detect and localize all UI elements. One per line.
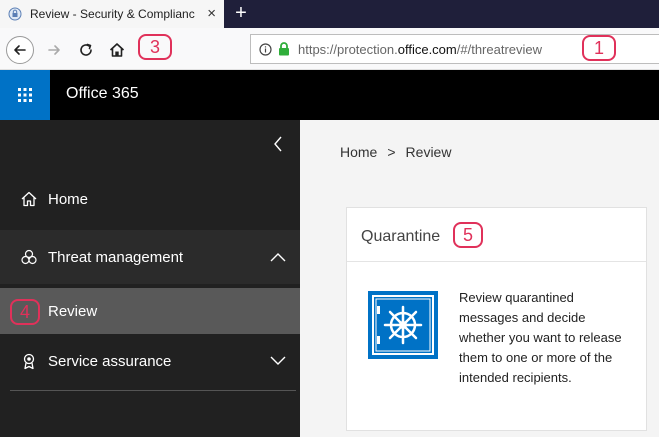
url-text[interactable]: https://protection.office.com/#/threatre… — [298, 42, 542, 57]
sidebar-item-label: Review — [48, 302, 98, 320]
info-icon[interactable] — [259, 42, 272, 56]
home-icon — [20, 190, 38, 208]
sidebar-divider — [10, 390, 296, 391]
breadcrumb: Home > Review — [340, 144, 451, 160]
forward-button[interactable] — [42, 36, 66, 64]
sidebar-item-label: Service assurance — [48, 352, 172, 370]
ribbon-icon — [20, 352, 38, 370]
tab-title: Review - Security & Complianc — [30, 7, 195, 21]
sidebar-item-service-assurance[interactable]: Service assurance — [0, 340, 300, 382]
forward-arrow-icon — [48, 45, 60, 55]
waffle-icon — [18, 88, 32, 102]
vault-icon — [368, 291, 438, 359]
callout-4: 4 — [10, 299, 40, 325]
reload-icon — [80, 43, 92, 56]
app-launcher-button[interactable] — [0, 70, 50, 120]
reload-button[interactable] — [74, 36, 98, 64]
tab-close-icon[interactable]: × — [207, 5, 216, 23]
back-arrow-icon — [14, 45, 26, 55]
browser-tab-strip: Review - Security & Complianc × + — [0, 0, 659, 28]
breadcrumb-home-link[interactable]: Home — [340, 144, 377, 160]
office-header: Office 365 — [0, 70, 659, 120]
callout-5: 5 — [453, 222, 483, 248]
chevron-up-icon[interactable] — [268, 247, 288, 267]
left-navigation: Home Threat management Review 4 Service … — [0, 120, 300, 437]
home-page-button[interactable] — [105, 36, 129, 64]
breadcrumb-current: Review — [405, 144, 452, 160]
card-title[interactable]: Quarantine — [361, 228, 440, 246]
callout-1: 1 — [582, 35, 616, 61]
callout-3: 3 — [138, 34, 172, 60]
app-title[interactable]: Office 365 — [66, 85, 139, 103]
quarantine-card[interactable]: Quarantine 5 Review quarantined messages… — [346, 207, 647, 431]
card-description: Review quarantined messages and decide w… — [459, 290, 622, 385]
chevron-left-icon — [274, 136, 282, 152]
back-button[interactable] — [6, 36, 34, 64]
breadcrumb-separator: > — [387, 144, 396, 160]
sidebar-item-review[interactable]: Review — [0, 288, 300, 334]
collapse-nav-button[interactable] — [268, 134, 288, 154]
browser-tab[interactable]: Review - Security & Complianc × — [0, 0, 224, 28]
biohazard-icon — [20, 248, 38, 266]
card-divider — [347, 261, 646, 262]
secure-lock-icon — [279, 42, 289, 56]
chevron-down-icon[interactable] — [268, 351, 288, 371]
sidebar-item-label: Home — [48, 190, 89, 208]
security-shield-favicon-icon — [8, 7, 22, 21]
new-tab-button[interactable]: + — [230, 2, 252, 24]
sidebar-item-label: Threat management — [48, 248, 184, 266]
home-page-icon — [109, 43, 125, 57]
sidebar-item-threat-management[interactable]: Threat management — [0, 230, 300, 284]
sidebar-item-home[interactable]: Home — [0, 180, 300, 218]
